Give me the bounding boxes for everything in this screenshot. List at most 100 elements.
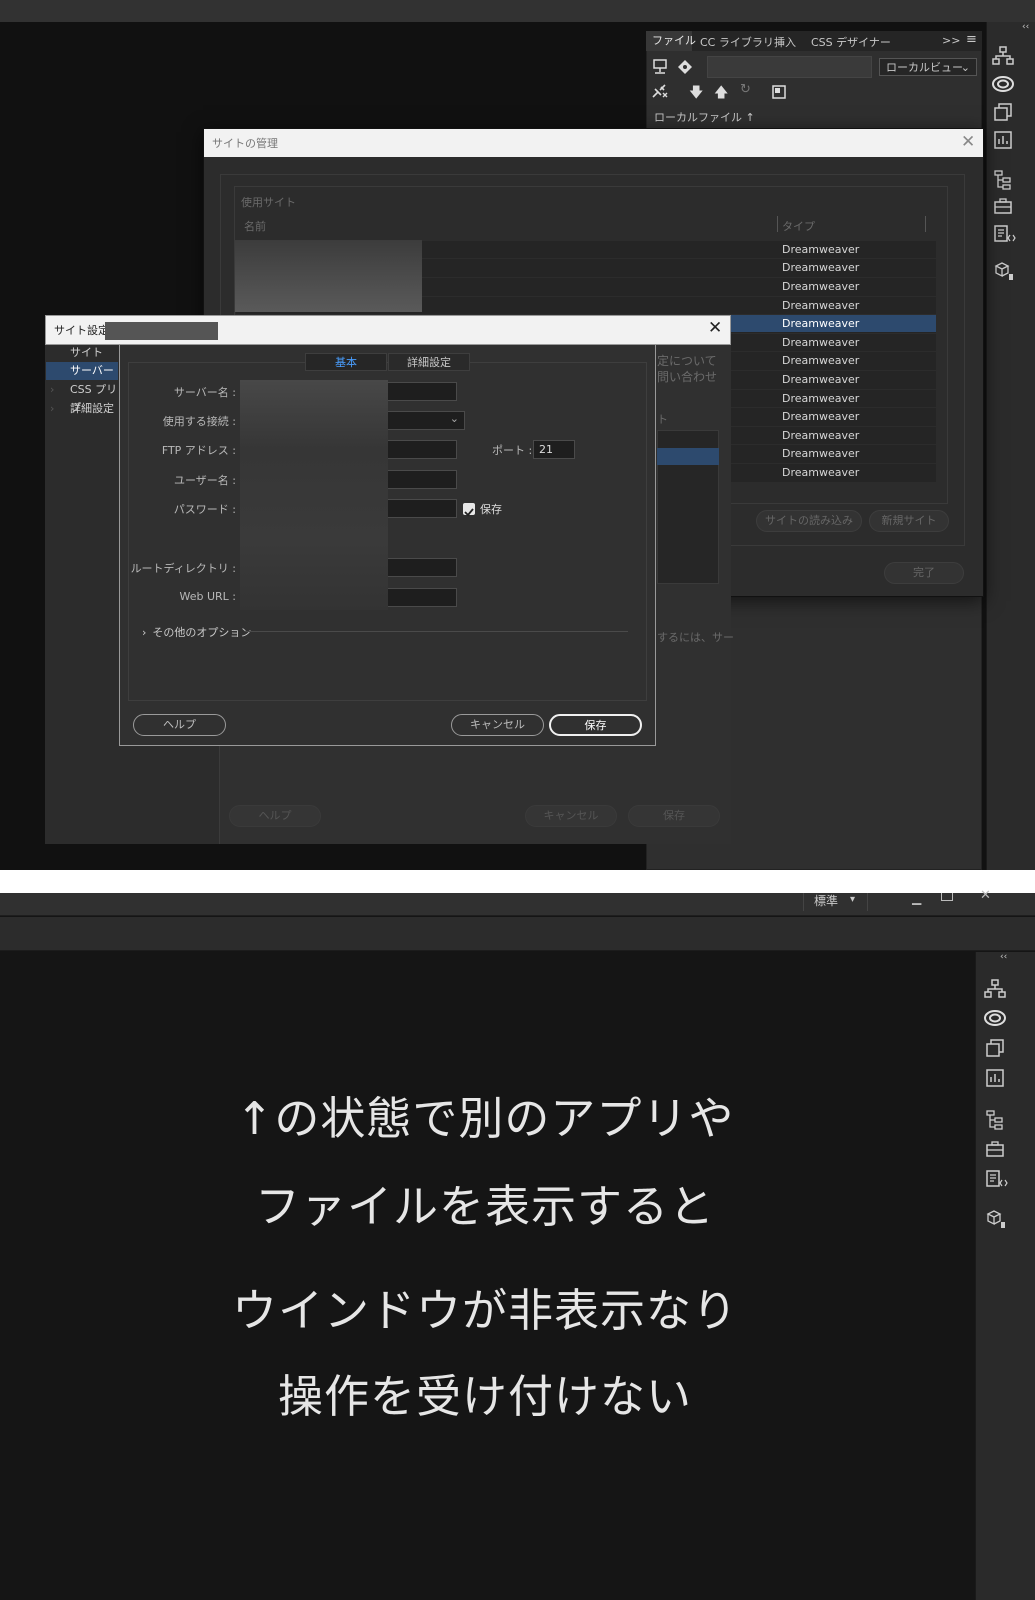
help-button[interactable]: ヘルプ [133, 714, 226, 736]
root-dir-label: ルートディレクトリ : [130, 562, 236, 575]
port-field[interactable]: 21 [533, 440, 575, 459]
cancel-button[interactable]: キャンセル [451, 714, 544, 736]
chevron-right-icon: › [50, 383, 55, 396]
back-cancel-button[interactable]: キャンセル [525, 805, 617, 827]
dom-icon[interactable] [986, 1110, 1004, 1130]
tab-css-designer[interactable]: CSS デザイナー [811, 34, 891, 50]
components-icon[interactable] [994, 262, 1014, 282]
workspace-switcher[interactable]: 標準 ▾ [803, 893, 868, 911]
chevron-down-icon: ▾ [850, 894, 856, 905]
panel-menu-icon[interactable]: ≡ [966, 32, 977, 47]
more-options-toggle[interactable]: › その他のオプション [142, 624, 251, 640]
redacted-server-info [240, 380, 388, 610]
manage-sites-title: サイトの管理 [212, 137, 278, 150]
site-tree-icon[interactable] [992, 46, 1014, 66]
site-type: Dreamweaver [782, 373, 860, 386]
back-partial-column: ト [657, 413, 668, 426]
collapse-icon[interactable]: ‹‹ [1000, 952, 1007, 962]
back-partial-text: 定について 問い合わせ [657, 353, 717, 385]
sidebar-item-label: サイト [70, 346, 103, 359]
done-button[interactable]: 完了 [884, 562, 964, 584]
back-save-button[interactable]: 保存 [628, 805, 720, 827]
column-type: タイプ [782, 220, 815, 233]
minimize-icon[interactable]: ▁ [912, 891, 921, 905]
ftp-address-label: FTP アドレス : [161, 444, 236, 457]
dom-icon[interactable] [994, 170, 1012, 190]
more-options-label: その他のオプション [152, 626, 252, 639]
chevron-down-icon: ⌄ [449, 412, 459, 425]
site-type: Dreamweaver [782, 243, 860, 256]
connect-icon[interactable] [652, 59, 668, 75]
toolbox-icon[interactable] [986, 1141, 1004, 1157]
new-site-button[interactable]: 新規サイト [869, 510, 949, 532]
components-icon[interactable] [986, 1210, 1006, 1230]
tab-basic[interactable]: 基本 [305, 353, 387, 371]
code-snippets-icon[interactable] [986, 1170, 1008, 1188]
chevron-right-icon: › [142, 626, 147, 639]
tab-insert[interactable]: 挿入 [774, 34, 796, 50]
site-type: Dreamweaver [782, 392, 860, 405]
save-button[interactable]: 保存 [549, 714, 642, 736]
view-select[interactable]: ローカルビュー ⌄ [879, 58, 977, 76]
site-type: Dreamweaver [782, 336, 860, 349]
creative-cloud-icon[interactable] [983, 1008, 1007, 1028]
server-name-label: サーバー名 : [173, 386, 236, 399]
redacted-site-name [105, 322, 218, 340]
site-settings-close-icon[interactable]: ✕ [708, 318, 722, 338]
port-label: ポート : [492, 444, 533, 457]
sidebar-item-label: サーバー [70, 364, 114, 377]
collapse-icon[interactable]: ‹‹ [1022, 22, 1029, 32]
site-select[interactable] [707, 56, 872, 78]
chevron-right-icon: › [50, 402, 55, 415]
back-partial-line1: 定について [657, 354, 717, 368]
annotation-line-3: ウインドウが非表示なり [231, 1284, 738, 1337]
site-tree-icon[interactable] [984, 979, 1006, 999]
code-snippets-icon[interactable] [994, 225, 1016, 243]
sidebar-item-server[interactable]: サーバー [46, 362, 118, 380]
column-divider [777, 216, 778, 232]
sidebar-item-css-preprocessors[interactable]: › CSS プリプ [46, 381, 118, 414]
site-type: Dreamweaver [782, 299, 860, 312]
tab-cc-libraries[interactable]: CC ライブラリ [700, 34, 774, 50]
tab-advanced[interactable]: 詳細設定 [388, 353, 470, 371]
site-type: Dreamweaver [782, 317, 860, 330]
document-toolbar [0, 917, 1035, 951]
save-password-checkbox[interactable] [463, 503, 475, 517]
password-label: パスワード : [173, 503, 236, 516]
get-files-icon[interactable]: 🡇 [689, 82, 703, 106]
insert-icon[interactable] [994, 131, 1012, 149]
refresh-icon[interactable]: ↻ [740, 82, 751, 97]
sidebar-item-label: 詳細設定 [70, 402, 114, 415]
manage-sites-titlebar [204, 129, 983, 157]
tab-files[interactable]: ファイル [646, 31, 696, 51]
restore-icon[interactable] [941, 893, 953, 901]
expand-panel-icon[interactable] [772, 84, 786, 99]
import-site-button[interactable]: サイトの読み込み [756, 510, 862, 532]
site-type: Dreamweaver [782, 410, 860, 423]
annotation-line-4: 操作を受け付けない [277, 1370, 692, 1423]
manage-sites-close-icon[interactable]: ✕ [961, 132, 975, 152]
bottom-screenshot [0, 893, 1035, 1600]
view-select-label: ローカルビュー [886, 61, 963, 74]
disconnect-icon[interactable] [651, 83, 669, 99]
panel-expand-button[interactable]: >> [942, 34, 960, 47]
site-type: Dreamweaver [782, 354, 860, 367]
window-close-icon[interactable]: ✕ [980, 888, 991, 903]
local-files-header[interactable]: ローカルファイル ↑ [654, 109, 755, 125]
back-help-button[interactable]: ヘルプ [229, 805, 321, 827]
git-icon[interactable] [677, 59, 693, 75]
insert-icon[interactable] [986, 1069, 1004, 1087]
web-url-label: Web URL : [179, 590, 236, 603]
sidebar-item-advanced[interactable]: › 詳細設定 [46, 400, 118, 418]
put-files-icon[interactable]: 🡅 [714, 82, 728, 106]
used-sites-label: 使用サイト [241, 196, 296, 209]
chevron-down-icon: ⌄ [960, 61, 970, 74]
options-divider [245, 631, 628, 632]
assets-icon[interactable] [994, 103, 1012, 121]
assets-icon[interactable] [986, 1039, 1004, 1057]
app-menu-bar [0, 893, 1035, 916]
redacted-site-names [235, 240, 422, 312]
sidebar-item-site[interactable]: サイト [46, 344, 118, 362]
toolbox-icon[interactable] [994, 198, 1012, 214]
creative-cloud-icon[interactable] [991, 74, 1015, 94]
